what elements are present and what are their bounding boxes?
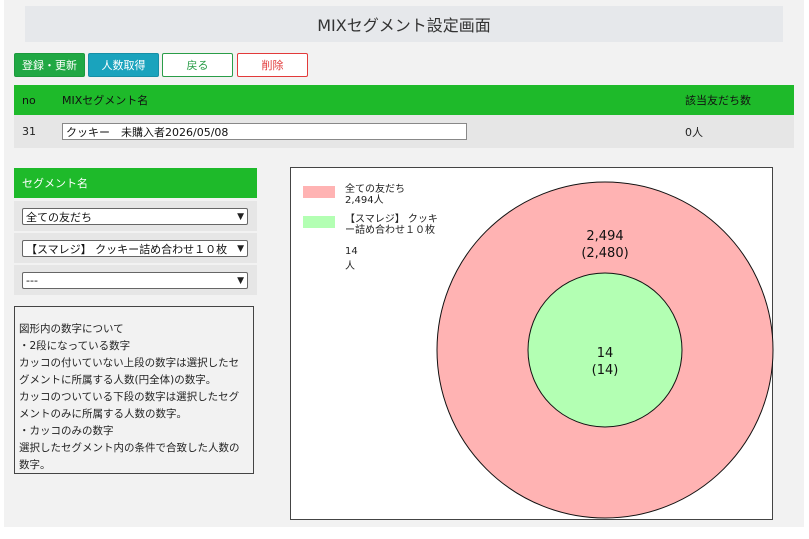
- mix-segment-name-input[interactable]: [62, 123, 467, 140]
- row-matching-friends-count: 0人: [685, 125, 703, 139]
- mix-table-row: 31 0人: [14, 115, 794, 148]
- fetch-count-button[interactable]: 人数取得: [88, 53, 159, 77]
- segment-select-2-value: 【スマレジ】 クッキー詰め合わせ１０枚: [26, 242, 228, 256]
- segment-settings-page: MIXセグメント設定画面 登録・更新 人数取得 戻る 削除 no MIXセグメン…: [4, 0, 804, 527]
- note-line: ・カッコのみの数字: [19, 425, 114, 437]
- header-no: no: [22, 93, 36, 107]
- register-update-button[interactable]: 登録・更新: [14, 53, 85, 77]
- chevron-down-icon: ▼: [237, 275, 244, 286]
- outer-exclusive-label: (2,480): [581, 246, 628, 261]
- inner-exclusive-label: (14): [592, 363, 619, 378]
- inner-value-label: 14: [597, 346, 614, 361]
- note-line: 選択したセグメント内の条件で合致した人数の数字。: [19, 442, 240, 471]
- delete-button[interactable]: 削除: [237, 53, 308, 77]
- back-button[interactable]: 戻る: [162, 53, 233, 77]
- note-line: ・2段になっている数字: [19, 340, 131, 352]
- segment-row-2: 【スマレジ】 クッキー詰め合わせ１０枚 ▼: [14, 233, 257, 263]
- segment-select-3-value: ---: [26, 274, 38, 287]
- segment-row-3: --- ▼: [14, 265, 257, 295]
- header-mix-segment-name: MIXセグメント名: [62, 94, 149, 107]
- note-line: 図形内の数字について: [19, 323, 124, 335]
- page-title: MIXセグメント設定画面: [25, 6, 783, 42]
- header-matching-friends: 該当友だち数: [685, 94, 751, 107]
- venn-svg: 2,494 (2,480) 14 (14): [436, 181, 774, 519]
- segment-row-1: 全ての友だち ▼: [14, 201, 257, 231]
- mix-table-header: no MIXセグメント名 該当友だち数: [14, 85, 794, 115]
- row-no: 31: [22, 125, 36, 138]
- segment-venn-chart: 全ての友だち 2,494人 【スマレジ】 クッキー詰め合わせ１０枚 14人 2,…: [290, 167, 774, 520]
- note-line: カッコのついている下段の数字は選択したセグメントのみに所属する人数の数字。: [19, 391, 240, 420]
- segment-select-1-value: 全ての友だち: [26, 210, 92, 224]
- segment-select-1[interactable]: 全ての友だち ▼: [22, 208, 248, 225]
- chevron-down-icon: ▼: [237, 243, 244, 254]
- outer-value-label: 2,494: [586, 229, 623, 244]
- figure-numbers-note: 図形内の数字について ・2段になっている数字 カッコの付いていない上段の数字は選…: [14, 306, 254, 474]
- segment-name-header: セグメント名: [14, 168, 257, 198]
- segment-select-3[interactable]: --- ▼: [22, 272, 248, 289]
- chevron-down-icon: ▼: [237, 211, 244, 222]
- note-line: カッコの付いていない上段の数字は選択したセグメントに所属する人数(円全体)の数字…: [19, 357, 240, 386]
- segment-select-2[interactable]: 【スマレジ】 クッキー詰め合わせ１０枚 ▼: [22, 240, 248, 257]
